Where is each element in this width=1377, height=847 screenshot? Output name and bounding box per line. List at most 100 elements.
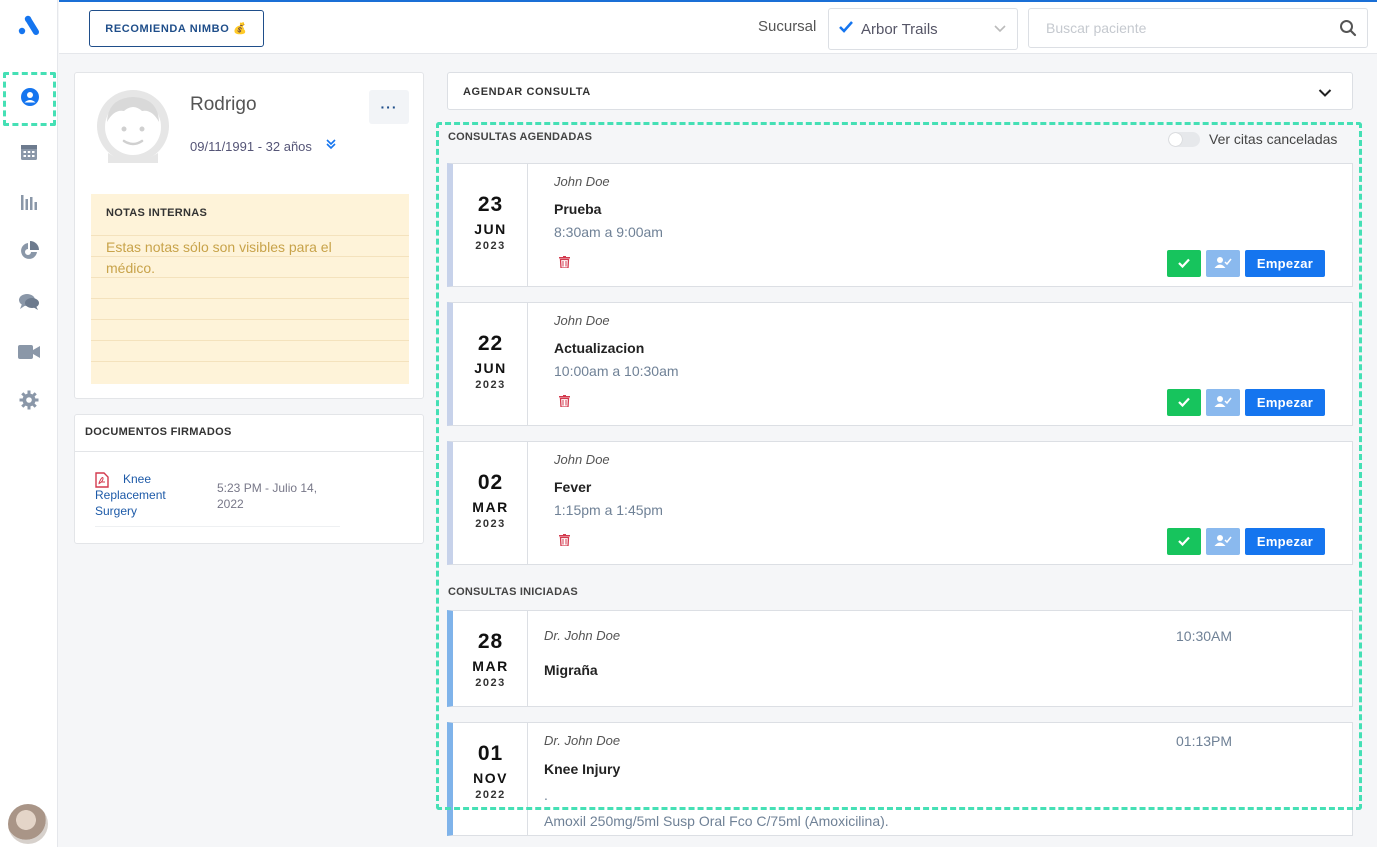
gear-icon <box>19 390 39 415</box>
trash-icon[interactable] <box>559 394 570 412</box>
consult-prescription: Amoxil 250mg/5ml Susp Oral Fco C/75ml (A… <box>544 813 889 829</box>
date-block: 02 MAR 2023 <box>453 442 528 564</box>
internal-notes[interactable]: NOTAS INTERNAS Estas notas sólo son visi… <box>91 194 409 384</box>
user-avatar[interactable] <box>8 804 48 844</box>
patient-avatar <box>96 89 170 163</box>
analytics-icon <box>18 240 40 267</box>
sidebar-item-video[interactable] <box>0 334 58 374</box>
show-cancelled-label: Ver citas canceladas <box>1209 131 1338 147</box>
date-block: 01 NOV 2022 <box>453 723 528 835</box>
doctor-name: Dr. John Doe <box>544 733 621 748</box>
notes-line <box>91 298 409 299</box>
schedule-consult-label: AGENDAR CONSULTA <box>463 86 591 98</box>
notes-line <box>91 361 409 362</box>
notes-line <box>91 340 409 341</box>
scheduled-appointment-card[interactable]: 22 JUN 2023 John Doe Actualizacion 10:00… <box>447 302 1353 426</box>
sidebar <box>0 0 58 847</box>
user-check-icon <box>1214 533 1232 551</box>
trash-icon[interactable] <box>559 255 570 273</box>
sidebar-item-analytics[interactable] <box>0 233 58 273</box>
document-row: Knee Replacement Surgery 5:23 PM - Julio… <box>95 471 340 527</box>
consult-time: 01:13PM <box>1176 733 1233 749</box>
sidebar-item-settings[interactable] <box>0 382 58 422</box>
recommend-label: RECOMIENDA NIMBO <box>105 22 230 35</box>
start-button[interactable]: Empezar <box>1245 528 1325 555</box>
doctor-name: John Doe <box>554 174 610 189</box>
patient-arrived-button[interactable] <box>1206 389 1240 416</box>
show-cancelled-toggle[interactable] <box>1168 132 1200 147</box>
search-icon[interactable] <box>1339 19 1357 42</box>
branch-value: Arbor Trails <box>861 20 938 38</box>
schedule-consult-dropdown[interactable]: AGENDAR CONSULTA <box>447 72 1353 110</box>
notes-line <box>91 235 409 236</box>
appointment-day: 02 <box>477 471 504 494</box>
more-options-button[interactable]: ··· <box>369 90 409 124</box>
scheduled-section-title: CONSULTAS AGENDADAS <box>448 131 593 143</box>
patient-card: Rodrigo 09/11/1991 - 32 años ··· NOTAS I… <box>74 72 424 399</box>
start-button[interactable]: Empezar <box>1245 250 1325 277</box>
patient-name: Rodrigo <box>190 94 257 115</box>
patient-dob-age: 09/11/1991 - 32 años <box>190 139 312 154</box>
started-consult-card[interactable]: 28 MAR 2023 Dr. John Doe 10:30AM Migraña <box>447 610 1353 707</box>
confirm-button[interactable] <box>1167 528 1201 555</box>
checkmark-icon <box>1178 533 1190 551</box>
appointment-day: 22 <box>477 332 504 355</box>
expand-details-icon[interactable] <box>324 137 338 156</box>
appointment-time: 1:15pm a 1:45pm <box>554 502 663 518</box>
appointment-month: JUN <box>474 221 507 237</box>
branch-label: Sucursal <box>758 18 817 35</box>
sidebar-item-stats[interactable] <box>0 184 58 224</box>
checkmark-icon <box>1178 394 1190 412</box>
branch-select[interactable]: Arbor Trails <box>828 8 1018 50</box>
appointment-month: JUN <box>474 360 507 376</box>
confirm-button[interactable] <box>1167 250 1201 277</box>
user-check-icon <box>1214 394 1232 412</box>
sidebar-item-patient[interactable] <box>3 72 56 126</box>
appointment-month: MAR <box>472 499 509 515</box>
video-icon <box>17 343 41 366</box>
notes-text: Estas notas sólo son visibles para el mé… <box>106 239 332 276</box>
chevron-down-icon <box>993 21 1007 40</box>
consult-separator: . <box>544 787 548 803</box>
patient-arrived-button[interactable] <box>1206 250 1240 277</box>
confirm-button[interactable] <box>1167 389 1201 416</box>
logo-icon[interactable] <box>0 6 58 46</box>
sidebar-item-chat[interactable] <box>0 284 58 324</box>
patient-icon <box>20 87 40 112</box>
chat-icon <box>18 292 40 317</box>
document-date: 5:23 PM - Julio 14, 2022 <box>217 481 318 511</box>
document-link[interactable]: Knee Replacement Surgery <box>95 471 185 519</box>
consult-time: 10:30AM <box>1176 628 1233 644</box>
checkmark-icon <box>1178 255 1190 273</box>
check-icon <box>839 20 853 38</box>
divider <box>75 451 423 452</box>
date-block: 22 JUN 2023 <box>453 303 528 425</box>
patient-search <box>1028 8 1368 48</box>
patient-arrived-button[interactable] <box>1206 528 1240 555</box>
bar-chart-icon <box>19 192 39 217</box>
sidebar-item-calendar[interactable] <box>0 134 58 174</box>
consult-year: 2023 <box>475 677 506 689</box>
recommend-nimbo-button[interactable]: RECOMIENDA NIMBO 💰 <box>89 10 264 47</box>
start-button[interactable]: Empezar <box>1245 389 1325 416</box>
doctor-name: Dr. John Doe <box>544 628 621 643</box>
scheduled-appointment-card[interactable]: 23 JUN 2023 John Doe Prueba 8:30am a 9:0… <box>447 163 1353 287</box>
money-bag-icon: 💰 <box>233 23 248 35</box>
consult-day: 01 <box>477 742 504 765</box>
started-consult-card[interactable]: 01 NOV 2022 Dr. John Doe 01:13PM Knee In… <box>447 722 1353 836</box>
notes-title: NOTAS INTERNAS <box>106 207 208 219</box>
started-section-title: CONSULTAS INICIADAS <box>448 586 578 598</box>
trash-icon[interactable] <box>559 533 570 551</box>
appointment-year: 2023 <box>475 240 506 252</box>
appointment-title: Actualizacion <box>554 340 645 356</box>
consult-title: Migraña <box>544 662 598 678</box>
user-check-icon <box>1214 255 1232 273</box>
consult-title: Knee Injury <box>544 761 621 777</box>
doctor-name: John Doe <box>554 452 610 467</box>
signed-documents-card: DOCUMENTOS FIRMADOS Knee Replacement Sur… <box>74 414 424 544</box>
scheduled-appointment-card[interactable]: 02 MAR 2023 John Doe Fever 1:15pm a 1:45… <box>447 441 1353 565</box>
search-input[interactable] <box>1029 9 1319 47</box>
consult-month: MAR <box>472 658 509 674</box>
chevron-down-icon <box>1318 86 1332 104</box>
calendar-icon <box>19 142 39 167</box>
